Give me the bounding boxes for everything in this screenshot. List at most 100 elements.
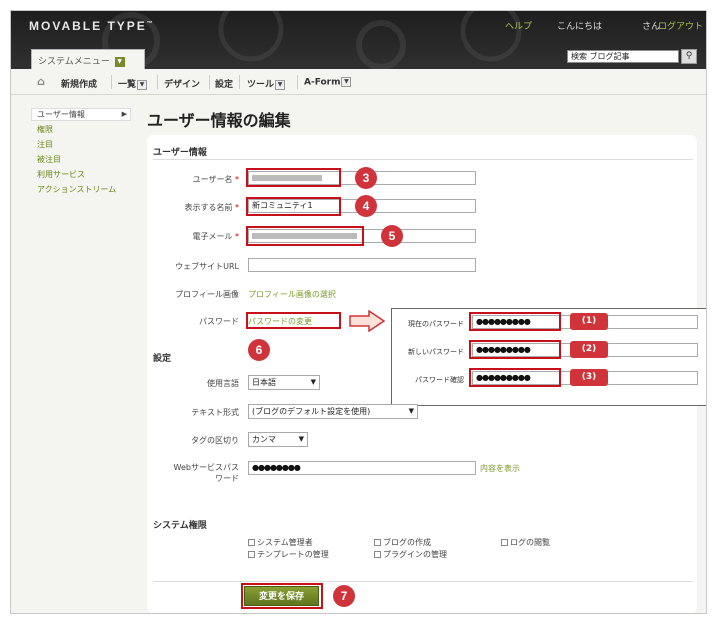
password-label: パスワード <box>199 317 239 326</box>
annotation-badge-7: 7 <box>333 585 355 607</box>
manage-plugins-checkbox[interactable]: プラグインの管理 <box>374 549 447 560</box>
website-field[interactable] <box>248 258 476 272</box>
section-title-user-info: ユーザー情報 <box>153 148 207 158</box>
annotation-box <box>469 368 561 387</box>
search-icon[interactable]: ⚲ <box>681 49 697 64</box>
annotation-box <box>246 226 364 246</box>
nav-settings[interactable]: 設定 <box>215 77 233 90</box>
section-divider <box>153 159 693 160</box>
nav-divider <box>209 75 210 89</box>
nav-tools-label: ツール <box>247 80 275 90</box>
username-label-text: ユーザー名 <box>192 175 233 184</box>
password-change-popup: 現在のパスワード ●●●●●●●●● (1) 新しいパスワード ●●●●●●●●… <box>391 308 706 406</box>
nav-list[interactable]: 一覧 ▼ <box>118 77 148 90</box>
text-format-value: (ブログのデフォルト設定を使用) <box>252 407 371 416</box>
nav-divider <box>297 75 298 89</box>
nav-divider <box>111 75 112 89</box>
greeting-text: こんにちは <box>557 22 603 32</box>
system-admin-label: システム管理者 <box>257 538 313 547</box>
main-nav: ⌂ 新規作成 一覧 ▼ デザイン 設定 ツール ▼ A-Form ▼ <box>11 69 706 95</box>
language-select[interactable]: 日本語 ▼ <box>248 375 320 390</box>
nav-new[interactable]: 新規作成 <box>61 77 97 90</box>
profile-image-link[interactable]: プロフィール画像の選択 <box>248 289 336 300</box>
checkbox-icon <box>248 539 255 546</box>
manage-templates-label: テンプレートの管理 <box>257 550 329 559</box>
create-blog-label: ブログの作成 <box>383 538 431 547</box>
annotation-badge-6: 6 <box>248 339 270 361</box>
confirm-password-label: パスワード確認 <box>415 376 464 384</box>
logout-link[interactable]: ログアウト <box>658 19 703 32</box>
nav-aform-label: A-Form <box>304 77 341 88</box>
profile-image-label: プロフィール画像 <box>175 290 239 299</box>
annotation-box <box>246 168 341 187</box>
view-log-checkbox[interactable]: ログの閲覧 <box>501 537 550 548</box>
system-menu-button[interactable]: システムメニュー ▼ <box>31 49 145 69</box>
required-mark: * <box>235 175 239 184</box>
save-button[interactable]: 変更を保存 <box>244 586 319 606</box>
nav-aform[interactable]: A-Form ▼ <box>304 77 352 88</box>
checkbox-icon <box>248 551 255 558</box>
chevron-down-icon: ▼ <box>310 378 316 386</box>
username-label: ユーザー名 * <box>139 174 239 185</box>
system-admin-checkbox[interactable]: システム管理者 <box>248 537 313 548</box>
sidebar-item-user-info[interactable]: ユーザー情報 ▶ <box>31 108 131 121</box>
email-label-text: 電子メール <box>192 232 233 241</box>
nav-tools[interactable]: ツール ▼ <box>247 77 286 90</box>
annotation-badge-3: 3 <box>355 167 377 189</box>
annotation-box <box>246 312 341 329</box>
annotation-badge-5: 5 <box>381 225 403 247</box>
annotation-badge-3-popup: (3) <box>570 369 608 386</box>
nav-design[interactable]: デザイン <box>164 77 200 90</box>
nav-divider <box>239 75 240 89</box>
section-divider <box>153 581 693 582</box>
annotation-box <box>246 197 341 216</box>
text-format-select[interactable]: (ブログのデフォルト設定を使用) ▼ <box>248 404 418 419</box>
language-value: 日本語 <box>252 378 276 387</box>
show-content-link[interactable]: 内容を表示 <box>480 463 520 474</box>
checkbox-icon <box>374 551 381 558</box>
required-mark: * <box>235 203 239 212</box>
annotation-box <box>469 312 561 331</box>
display-name-label-text: 表示する名前 <box>184 203 233 212</box>
app-window: MOVABLE TYPE™ ヘルプ こんにちは さん ログアウト システムメニュ… <box>10 10 707 614</box>
chevron-down-icon: ▼ <box>298 435 304 443</box>
checkbox-icon <box>374 539 381 546</box>
manage-templates-checkbox[interactable]: テンプレートの管理 <box>248 549 329 560</box>
chevron-down-icon: ▼ <box>137 79 148 90</box>
web-password-label-line1: Webサービスパス <box>173 463 239 472</box>
web-password-field[interactable]: ●●●●●●●● <box>248 461 476 475</box>
create-blog-checkbox[interactable]: ブログの作成 <box>374 537 431 548</box>
checkbox-icon <box>501 539 508 546</box>
nav-divider <box>157 75 158 89</box>
chevron-down-icon: ▼ <box>114 56 125 67</box>
web-password-label: Webサービスパス ワード <box>139 462 239 484</box>
annotation-box <box>469 340 561 359</box>
sidebar-item-action-streams[interactable]: アクションストリーム <box>37 184 116 195</box>
tag-delimiter-value: カンマ <box>252 435 276 444</box>
password-dots: ●●●●●●●● <box>252 463 301 472</box>
sidebar-item-permissions[interactable]: 権限 <box>37 124 53 135</box>
logo: MOVABLE TYPE™ <box>29 19 153 33</box>
sidebar-item-following[interactable]: 注目 <box>37 139 53 150</box>
section-title-permissions: システム権限 <box>153 521 207 531</box>
chevron-right-icon: ▶ <box>121 110 127 118</box>
language-label: 使用言語 <box>207 379 239 388</box>
email-label: 電子メール * <box>139 231 239 242</box>
current-password-label: 現在のパスワード <box>408 320 464 328</box>
tag-delimiter-select[interactable]: カンマ ▼ <box>248 432 308 447</box>
required-mark: * <box>235 232 239 241</box>
sidebar-item-followers[interactable]: 被注目 <box>37 154 61 165</box>
display-name-label: 表示する名前 * <box>139 202 239 213</box>
section-title-settings: 設定 <box>153 354 172 364</box>
sidebar-item-label: ユーザー情報 <box>37 110 85 119</box>
search-input[interactable]: 検索 ブログ記事 <box>567 50 679 63</box>
home-icon[interactable]: ⌂ <box>37 75 45 88</box>
nav-list-label: 一覧 <box>118 80 137 90</box>
help-link[interactable]: ヘルプ <box>505 19 532 32</box>
view-log-label: ログの閲覧 <box>510 538 550 547</box>
tag-delimiter-label: タグの区切り <box>191 436 239 445</box>
sidebar-item-services[interactable]: 利用サービス <box>37 169 85 180</box>
annotation-badge-1: (1) <box>570 313 608 330</box>
chevron-down-icon: ▼ <box>275 79 286 90</box>
text-format-label: テキスト形式 <box>191 408 239 417</box>
